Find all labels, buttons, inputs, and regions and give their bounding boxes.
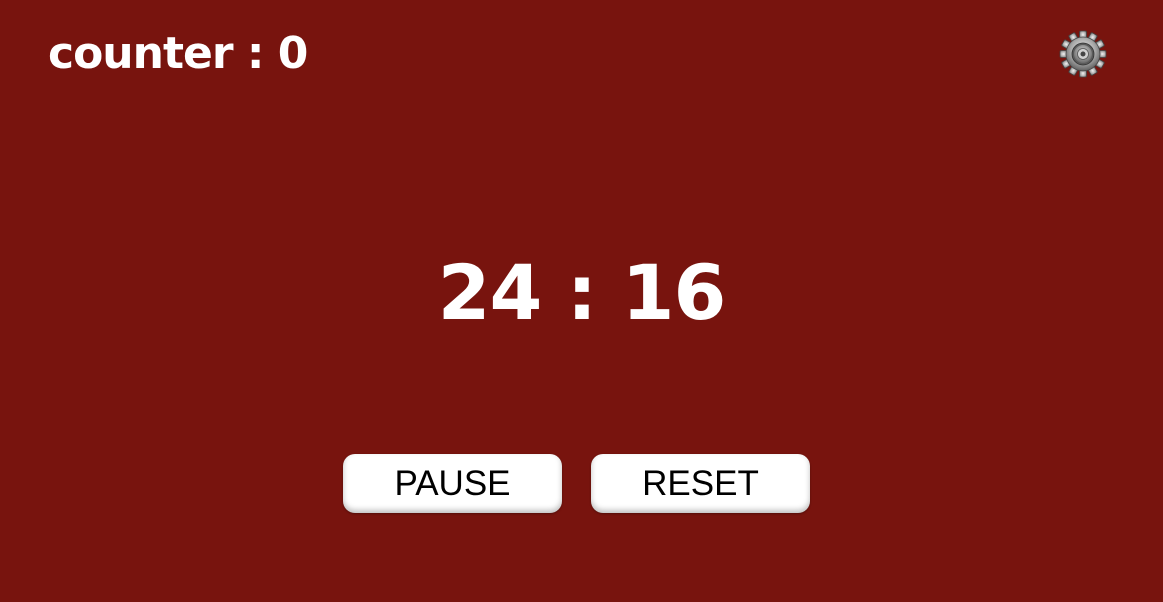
reset-button[interactable]: RESET [591, 454, 810, 513]
timer-display: 24 : 16 [437, 248, 727, 337]
settings-button[interactable] [1058, 29, 1108, 79]
gear-icon [1059, 30, 1107, 78]
counter-label: counter : 0 [48, 28, 308, 79]
pause-button[interactable]: PAUSE [343, 454, 562, 513]
